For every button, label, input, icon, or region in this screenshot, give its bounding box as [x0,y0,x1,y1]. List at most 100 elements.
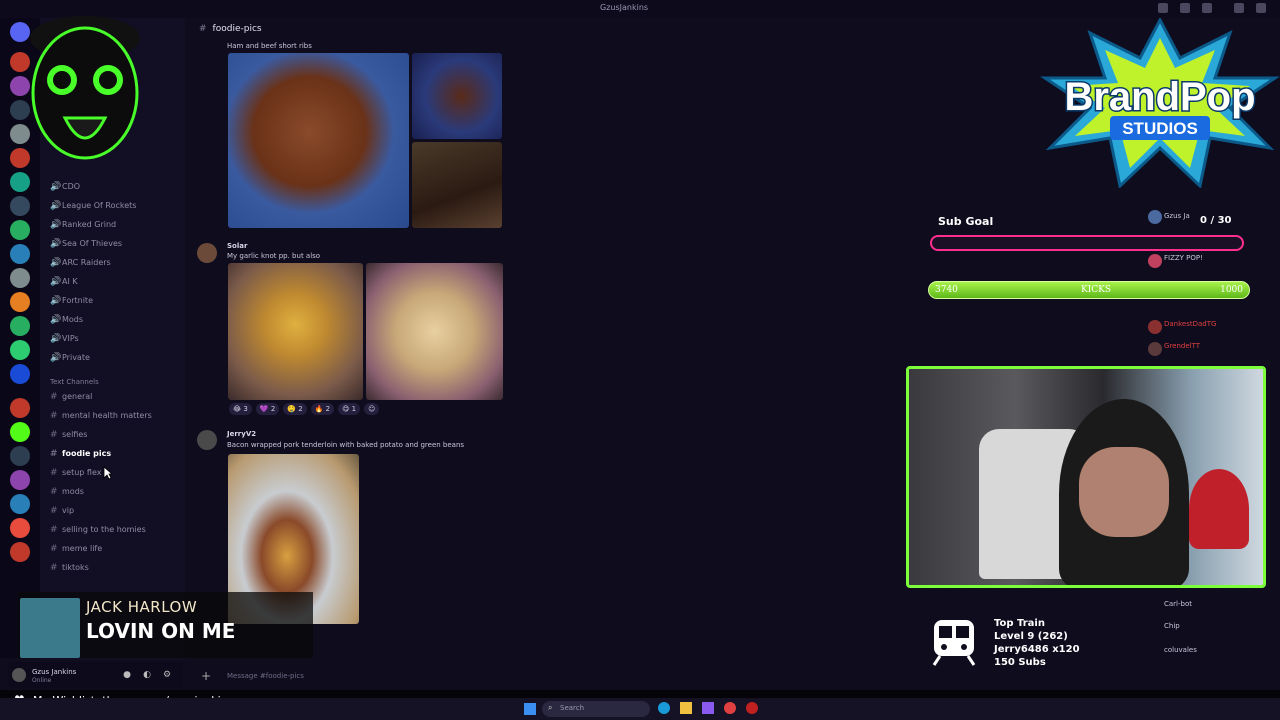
channel-item[interactable]: 🔊 Private [50,349,90,366]
member-name[interactable]: Chip [1164,622,1180,630]
inbox-icon[interactable] [1158,3,1168,13]
food-photo[interactable] [228,263,363,400]
top-train-title: Top Train [994,618,1045,629]
channel-item[interactable]: # tiktoks [50,559,89,576]
reaction-pill[interactable]: 🤤 2 [283,403,307,415]
app-icon[interactable] [702,702,714,714]
channel-item[interactable]: 🔊 ARC Raiders [50,254,111,271]
server-icon[interactable] [10,494,30,514]
server-icon[interactable] [10,196,30,216]
voice-icon: 🔊 [50,333,62,344]
channel-item[interactable]: # mods [50,483,84,500]
channel-item[interactable]: 🔊 VIPs [50,330,79,347]
channel-label: vip [62,506,75,515]
channel-item[interactable]: 🔊 Ranked Grind [50,216,116,233]
avatar[interactable] [197,243,217,263]
member-name[interactable]: DankestDadTG [1164,320,1216,328]
member-name[interactable]: Gzus Ja [1164,212,1190,220]
minimize-icon[interactable] [1234,3,1244,13]
kick-server-icon[interactable] [10,422,30,442]
hash-icon: # [50,505,58,516]
taskbar-search-input[interactable]: Search [560,704,584,712]
server-icon[interactable] [10,172,30,192]
user-panel: Gzus Jankins Online ● ◐ ⚙ [8,662,183,688]
avatar[interactable] [1148,320,1162,334]
channel-item[interactable]: # general [50,388,92,405]
reaction-pill[interactable]: 💜 2 [255,403,280,415]
avatar[interactable] [197,430,217,450]
server-icon[interactable] [10,316,30,336]
headphones-icon[interactable]: ◐ [142,670,152,680]
channel-item[interactable]: # mental health matters [50,407,152,424]
server-icon[interactable] [10,244,30,264]
member-name[interactable]: Carl-bot [1164,600,1192,608]
add-reaction-icon[interactable]: ☺ [364,403,380,415]
server-icon[interactable] [10,340,30,360]
channel-item[interactable]: # selling to the homies [50,521,146,538]
avatar[interactable] [1148,210,1162,224]
server-icon[interactable] [10,542,30,562]
windows-start-icon[interactable] [524,703,536,715]
channel-item[interactable]: 🔊 League Of Rockets [50,197,136,214]
server-icon[interactable] [10,220,30,240]
food-photo[interactable] [412,142,502,228]
app-icon[interactable] [746,702,758,714]
microphone-icon[interactable]: ● [122,670,132,680]
server-icon[interactable] [10,470,30,490]
food-photo[interactable] [228,53,409,228]
channel-item[interactable]: # meme life [50,540,102,557]
hash-icon: # [50,391,58,402]
member-name[interactable]: coluvales [1164,646,1197,654]
message-author[interactable]: JerryV2 [227,430,256,438]
channel-item[interactable]: 🔊 Mods [50,311,83,328]
file-explorer-icon[interactable] [680,702,692,714]
message-author[interactable]: Solar [227,242,247,250]
close-icon[interactable] [1256,3,1266,13]
streamer-face [1079,447,1169,537]
channel-item[interactable]: 🔊 Sea Of Thieves [50,235,122,252]
message-input[interactable]: Message #foodie-pics [227,672,304,680]
kicks-label: KICKS [1081,285,1112,295]
gasmask-logo [30,16,140,160]
help-icon[interactable] [1202,3,1212,13]
channel-item[interactable]: # selfies [50,426,87,443]
server-icon[interactable] [10,518,30,538]
food-photo[interactable] [412,53,502,139]
channel-item[interactable]: # vip [50,502,74,519]
reaction-pill[interactable]: 🔥 2 [310,403,335,415]
sub-goal-label: Sub Goal [938,215,994,228]
server-icon[interactable] [10,398,30,418]
brand-subtitle: STUDIOS [1122,119,1198,138]
channel-item[interactable]: 🔊 Fortnite [50,292,93,309]
category-header[interactable]: Text Channels [50,378,99,386]
brand-title: BrandPop [1064,75,1255,119]
channel-item[interactable]: 🔊 CDO [50,178,80,195]
edge-icon[interactable] [658,702,670,714]
channel-item[interactable]: 🔊 AI K [50,273,78,290]
channel-item-active[interactable]: # foodie pics [50,445,111,462]
avatar[interactable] [1148,342,1162,356]
taskbar-search[interactable]: ⌕ Search [542,701,650,717]
channel-item[interactable]: # setup flex [50,464,101,481]
server-icon[interactable] [10,268,30,288]
window-icon[interactable] [1180,3,1190,13]
voice-icon: 🔊 [50,238,62,249]
server-icon[interactable] [10,364,30,384]
avatar[interactable] [12,668,26,682]
now-playing-widget: JACK HARLOW LOVIN ON ME [18,592,313,658]
member-name[interactable]: GrendelTT [1164,342,1200,350]
voice-icon: 🔊 [50,181,62,192]
channel-label: Ranked Grind [62,220,117,229]
server-icon[interactable] [10,292,30,312]
app-icon[interactable] [724,702,736,714]
channel-label: mods [62,487,84,496]
message-composer[interactable]: + Message #foodie-pics [187,666,907,688]
member-name[interactable]: FIZZY POP! [1164,254,1203,262]
reaction-pill[interactable]: 😂 3 [229,403,252,415]
gear-icon[interactable]: ⚙ [162,670,172,680]
server-icon[interactable] [10,446,30,466]
attach-plus-icon[interactable]: + [201,669,211,683]
avatar[interactable] [1148,254,1162,268]
food-photo[interactable] [366,263,503,400]
reaction-pill[interactable]: 😋 1 [338,403,361,415]
